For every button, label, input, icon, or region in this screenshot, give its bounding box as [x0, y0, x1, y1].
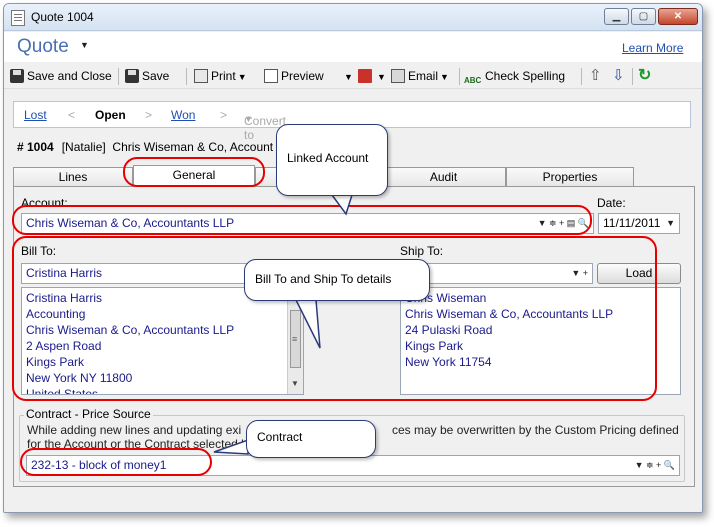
contract-callout: Contract: [246, 420, 376, 458]
scroll-down-icon[interactable]: ▼: [291, 376, 299, 392]
toolbar-divider: [118, 68, 119, 85]
address-line: Chris Wiseman & Co, Accountants LLP: [26, 323, 235, 337]
close-button[interactable]: ✕: [658, 8, 698, 25]
form-header: Quote ▼ Learn More: [4, 32, 702, 62]
date-label: Date:: [597, 196, 626, 210]
contract-note-line1: While adding new lines and updating exi: [27, 423, 242, 437]
address-line: 2 Aspen Road: [26, 339, 102, 353]
pdf-button[interactable]: ▼: [358, 67, 386, 85]
status-open: Open: [95, 108, 126, 122]
tab-properties[interactable]: Properties: [506, 167, 634, 187]
status-won-link[interactable]: Won: [171, 108, 195, 122]
email-icon: [391, 69, 405, 83]
record-owner: [Natalie]: [61, 140, 106, 154]
record-summary: # 1004 [Natalie] Chris Wiseman & Co, Acco…: [17, 140, 273, 154]
toolbar: Save and Close Save Print ▼ Preview ▼ ▼ E…: [4, 63, 702, 89]
bill-ship-callout: Bill To and Ship To details: [244, 259, 430, 301]
bill-to-scrollbar[interactable]: ▲ ≡ ▼: [287, 288, 303, 394]
linked-account-callout: Linked Account: [276, 124, 388, 196]
check-spelling-button[interactable]: ABC Check Spelling: [464, 67, 565, 85]
address-line: New York 11754: [405, 355, 492, 369]
maximize-button[interactable]: ▢: [631, 8, 656, 25]
record-account: Chris Wiseman & Co, Account: [112, 140, 274, 154]
print-button[interactable]: Print ▼: [194, 67, 247, 85]
floppy-disk-icon: [10, 69, 24, 83]
account-controls-icon[interactable]: ▼ ≑ + ▤ 🔍: [538, 214, 589, 233]
preview-document-icon: [264, 69, 278, 83]
document-icon: [11, 10, 25, 26]
date-picker[interactable]: 11/11/2011 ▼: [598, 213, 680, 234]
toolbar-divider: [581, 68, 582, 85]
chevron-down-icon: ▼: [440, 72, 449, 82]
contract-controls-icon[interactable]: ▼ ≑ + 🔍: [635, 456, 675, 475]
account-combo[interactable]: Chris Wiseman & Co, Accountants LLP ▼ ≑ …: [21, 213, 594, 234]
save-and-close-label: Save and Close: [27, 69, 112, 83]
pdf-icon: [358, 69, 372, 83]
bill-to-contact-value: Cristina Harris: [26, 266, 103, 280]
chevron-down-icon: ▼: [344, 72, 353, 82]
account-label: Account:: [21, 196, 68, 210]
grip-icon: ≡: [292, 334, 298, 344]
preview-label: Preview: [281, 69, 324, 83]
save-label: Save: [142, 69, 170, 83]
tab-lines[interactable]: Lines: [13, 167, 133, 187]
ship-to-label: Ship To:: [400, 244, 444, 258]
bill-to-label: Bill To:: [21, 244, 57, 258]
save-and-close-button[interactable]: Save and Close: [10, 67, 112, 85]
chevron-down-icon: ▼: [244, 114, 253, 124]
date-value: 11/11/2011: [603, 216, 661, 230]
contract-group-title: Contract - Price Source: [24, 407, 153, 421]
minimize-button[interactable]: ▁: [604, 8, 629, 25]
form-title: Quote: [17, 36, 69, 57]
toolbar-divider: [459, 68, 460, 85]
spell-check-icon: ABC: [464, 76, 482, 85]
printer-icon: [194, 69, 208, 83]
email-label: Email: [408, 69, 439, 83]
title-bar: Quote 1004 ▁ ▢ ✕: [4, 4, 702, 31]
address-line: Kings Park: [26, 355, 85, 369]
address-line: 24 Pulaski Road: [405, 323, 493, 337]
contract-combo[interactable]: 232-13 - block of money1 ▼ ≑ + 🔍: [26, 455, 680, 476]
date-chevron-down-icon[interactable]: ▼: [666, 214, 675, 233]
status-separator: >: [145, 108, 153, 122]
print-label: Print: [211, 69, 236, 83]
email-button[interactable]: Email ▼: [391, 67, 449, 85]
address-line: New York NY 11800: [26, 371, 133, 385]
load-button[interactable]: Load: [597, 263, 681, 284]
chevron-down-icon: ▼: [237, 72, 247, 82]
address-line: Kings Park: [405, 339, 464, 353]
arrow-up-icon[interactable]: ⇧: [589, 67, 602, 85]
learn-more-link[interactable]: Learn More: [622, 41, 683, 55]
address-line: United States: [26, 387, 99, 395]
check-spelling-label: Check Spelling: [485, 69, 566, 83]
window-title: Quote 1004: [31, 10, 94, 24]
floppy-disk-icon: [125, 69, 139, 83]
tab-general[interactable]: General: [133, 165, 255, 187]
toolbar-divider: [186, 68, 187, 85]
arrow-down-icon[interactable]: ⇩: [612, 67, 625, 85]
address-line: Accounting: [26, 307, 86, 321]
record-number: # 1004: [17, 140, 54, 154]
contract-value: 232-13 - block of money1: [31, 458, 167, 472]
preview-dropdown-button[interactable]: ▼: [342, 67, 353, 85]
save-button[interactable]: Save: [125, 67, 169, 85]
form-menu-chevron-down-icon[interactable]: ▼: [80, 40, 89, 50]
tab-audit[interactable]: Audit: [381, 167, 506, 187]
ship-to-controls-icon[interactable]: ▼ +: [571, 264, 588, 283]
toolbar-divider: [632, 68, 633, 85]
account-value: Chris Wiseman & Co, Accountants LLP: [26, 216, 235, 230]
address-line: Chris Wiseman & Co, Accountants LLP: [405, 307, 614, 321]
status-separator: >: [220, 108, 228, 122]
ship-to-address[interactable]: Chris Wiseman Chris Wiseman & Co, Accoun…: [400, 287, 681, 395]
status-separator: <: [68, 108, 76, 122]
address-line: Chris Wiseman: [405, 291, 487, 305]
chevron-down-icon: ▼: [377, 72, 386, 82]
preview-button[interactable]: Preview: [264, 67, 324, 85]
contract-note-line2: for the Account or the Contract selected…: [27, 437, 248, 451]
status-lost-link[interactable]: Lost: [24, 108, 47, 122]
refresh-icon[interactable]: ↻: [638, 67, 651, 85]
contract-note-line1-tail: ces may be overwritten by the Custom Pri…: [392, 423, 679, 437]
bill-to-address[interactable]: Cristina Harris Accounting Chris Wiseman…: [21, 287, 304, 395]
scroll-thumb[interactable]: ≡: [290, 310, 301, 368]
